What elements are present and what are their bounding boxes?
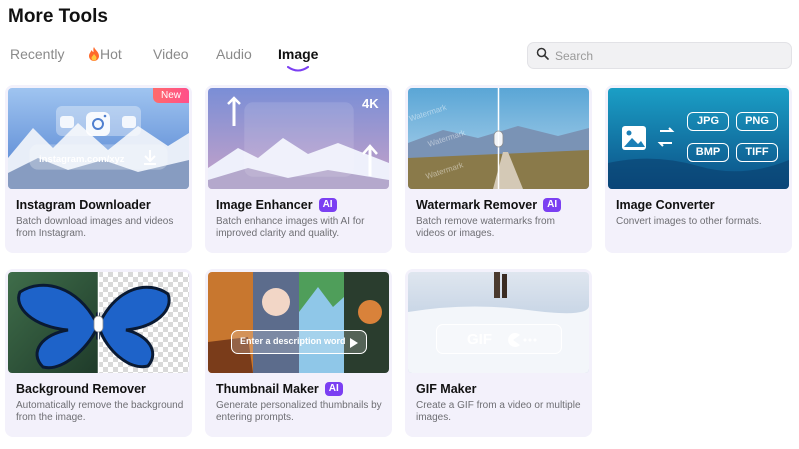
tool-description: Convert images to other formats. (616, 216, 762, 227)
tool-card-instagram-downloader[interactable]: instagram.com/xyz New Instagram Download… (5, 85, 192, 253)
tool-description: Batch enhance images with AI for improve… (216, 216, 365, 239)
tool-card-thumbnail-maker[interactable]: Enter a description word Thumbnail Maker… (205, 269, 392, 437)
description-prompt-box: Enter a description word (231, 330, 367, 354)
watermark-remover-thumbnail: Watermark Watermark Watermark (408, 88, 589, 189)
tool-title: Watermark Remover AI (416, 198, 562, 212)
format-chip-bmp: BMP (687, 143, 729, 162)
ai-badge: AI (543, 198, 562, 212)
tool-title: Image Converter (616, 198, 715, 212)
tool-description: Generate personalized thumbnails by ente… (216, 400, 382, 423)
page-title: More Tools (8, 6, 108, 27)
tool-title: Background Remover (16, 382, 146, 396)
tool-description: Batch download images and videos from In… (16, 216, 174, 239)
tool-title: Image Enhancer AI (216, 198, 337, 212)
image-converter-thumbnail: JPG PNG BMP TIFF (608, 88, 789, 189)
format-chip-png: PNG (736, 112, 778, 131)
format-chip-tiff: TIFF (736, 143, 778, 162)
tab-video[interactable]: Video (153, 46, 189, 62)
new-badge: New (152, 88, 189, 103)
background-remover-thumbnail (8, 272, 189, 373)
tool-title: GIF Maker (416, 382, 477, 396)
tool-card-gif-maker[interactable]: GIF GIF Maker Create a GIF from a video … (405, 269, 592, 437)
tool-card-image-enhancer[interactable]: 4K Image Enhancer AI Batch enhance images… (205, 85, 392, 253)
instagram-downloader-thumbnail: instagram.com/xyz New (8, 88, 189, 189)
search-icon (536, 47, 549, 65)
search-input[interactable] (555, 48, 775, 63)
tab-hot[interactable]: Hot (88, 46, 122, 64)
tool-title: Thumbnail Maker AI (216, 382, 343, 396)
tool-card-watermark-remover[interactable]: Watermark Watermark Watermark Watermark … (405, 85, 592, 253)
prompt-placeholder-text: Enter a description word (240, 336, 346, 346)
tool-title: Instagram Downloader (16, 198, 151, 212)
search-box[interactable] (527, 42, 792, 69)
image-enhancer-thumbnail: 4K (208, 88, 389, 189)
tab-image[interactable]: Image (278, 46, 319, 72)
thumbnail-maker-thumbnail: Enter a description word (208, 272, 389, 373)
tab-image-label: Image (278, 46, 319, 62)
format-chip-jpg: JPG (687, 112, 729, 131)
loading-pacman-icon (505, 332, 537, 353)
tool-card-image-converter[interactable]: JPG PNG BMP TIFF Image Converter Convert… (605, 85, 792, 253)
tab-audio[interactable]: Audio (216, 46, 252, 62)
active-tab-indicator (287, 66, 309, 72)
tool-description: Batch remove watermarks from videos or i… (416, 216, 555, 239)
tool-description: Create a GIF from a video or multiple im… (416, 400, 581, 423)
tab-recently[interactable]: Recently (10, 46, 64, 62)
tab-hot-label: Hot (100, 46, 122, 62)
gif-label: GIF (467, 331, 492, 348)
instagram-url-text: instagram.com/xyz (39, 154, 125, 165)
gif-maker-thumbnail: GIF (408, 272, 589, 373)
tool-card-background-remover[interactable]: Background Remover Automatically remove … (5, 269, 192, 437)
fire-icon (88, 47, 100, 64)
ai-badge: AI (324, 382, 343, 396)
4k-label: 4K (362, 96, 379, 111)
gif-label-box: GIF (436, 324, 562, 354)
ai-badge: AI (318, 198, 337, 212)
tool-description: Automatically remove the background from… (16, 400, 184, 423)
send-icon (349, 336, 359, 354)
